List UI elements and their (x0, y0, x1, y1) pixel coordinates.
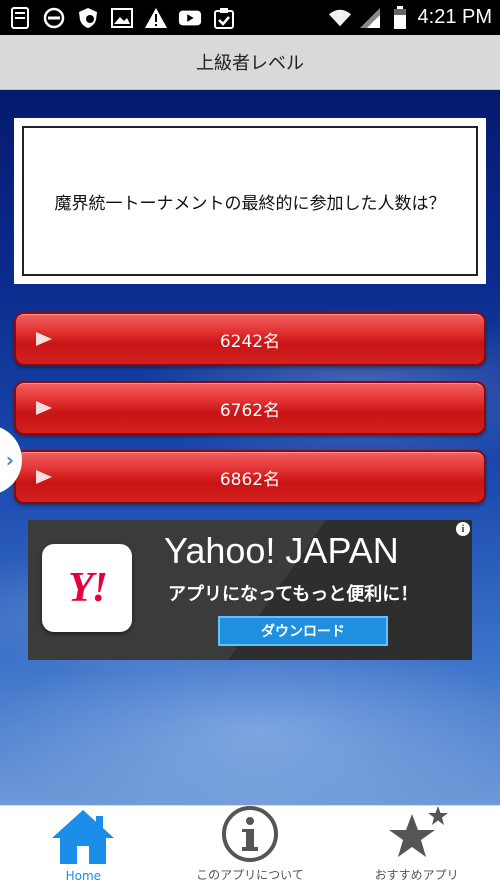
chevron-right-icon: › (5, 448, 14, 472)
question-frame: 魔界統一トーナメントの最終的に参加した人数は？ (22, 126, 478, 276)
yahoo-logo: Y! (42, 544, 132, 632)
quiz-area: 魔界統一トーナメントの最終的に参加した人数は？ 6242名 6762名 6862… (0, 90, 500, 805)
answer-button-3[interactable]: 6862名 (14, 450, 486, 504)
notification-icons (0, 6, 236, 30)
arrow-right-icon (36, 470, 52, 484)
page-title: 上級者レベル (196, 53, 304, 74)
answer-button-2[interactable]: 6762名 (14, 381, 486, 435)
shield-icon (76, 6, 100, 30)
tab-about[interactable]: このアプリについて (167, 806, 334, 889)
home-icon (50, 807, 116, 867)
answer-button-1[interactable]: 6242名 (14, 312, 486, 366)
warning-icon (144, 6, 168, 30)
tab-home[interactable]: Home (0, 806, 167, 889)
answer-label: 6762名 (219, 400, 281, 421)
question-box: 魔界統一トーナメントの最終的に参加した人数は？ (14, 118, 486, 284)
status-bar: 4:21 PM (0, 0, 500, 35)
ad-banner[interactable]: Y! i Yahoo! JAPAN アプリになってもっと便利に！ ダウンロード (28, 520, 472, 660)
info-icon (217, 804, 283, 864)
ad-title: Yahoo! JAPAN (164, 530, 399, 571)
bottom-tab-bar: Home このアプリについて おすすめアプリ (0, 805, 500, 889)
clipboard-check-icon (212, 6, 236, 30)
tab-recommended[interactable]: おすすめアプリ (333, 806, 500, 889)
stars-icon (384, 804, 450, 864)
system-status: 4:21 PM (328, 5, 500, 30)
do-not-disturb-icon (42, 6, 66, 30)
wifi-icon (328, 6, 352, 30)
question-text: 魔界統一トーナメントの最終的に参加した人数は？ (54, 193, 446, 214)
arrow-right-icon (36, 401, 52, 415)
tab-label: このアプリについて (196, 868, 304, 882)
title-bar: 上級者レベル (0, 35, 500, 90)
youtube-icon (178, 6, 202, 30)
tab-label: Home (65, 869, 102, 883)
clock: 4:21 PM (417, 6, 492, 28)
battery-icon (388, 5, 412, 30)
yahoo-logo-text: Y! (68, 565, 108, 611)
signal-icon (358, 6, 382, 30)
document-icon (8, 6, 32, 30)
answer-label: 6862名 (219, 469, 281, 490)
answer-label: 6242名 (219, 331, 281, 352)
ad-info-icon[interactable]: i (456, 522, 470, 536)
tab-label: おすすめアプリ (374, 868, 459, 882)
ad-subtitle: アプリになってもっと便利に！ (168, 584, 419, 605)
image-icon (110, 6, 134, 30)
ad-download-button[interactable]: ダウンロード (218, 616, 388, 646)
arrow-right-icon (36, 332, 52, 346)
